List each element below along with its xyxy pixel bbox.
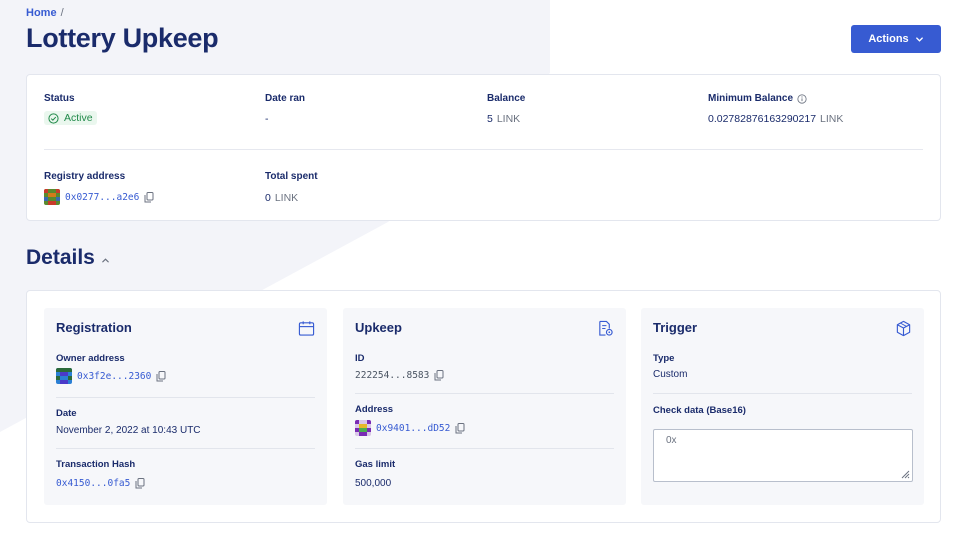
upkeep-title: Upkeep [355, 320, 402, 335]
breadcrumb: Home / [26, 7, 64, 19]
status-field: Status Active [44, 93, 97, 125]
status-value: Active [64, 112, 93, 124]
date-ran-value: - [265, 113, 269, 125]
total-spent-unit: LINK [274, 192, 299, 204]
breadcrumb-home-link[interactable]: Home [26, 7, 57, 19]
registration-title: Registration [56, 320, 132, 335]
details-card: Registration Owner address 0x3f2e...2360… [26, 290, 941, 523]
check-data-value: 0x [666, 435, 677, 446]
registration-divider [56, 448, 315, 449]
date-value: November 2, 2022 at 10:43 UTC [56, 425, 201, 436]
owner-avatar [56, 368, 72, 384]
tx-hash-field: Transaction Hash 0x4150...0fa5 [56, 459, 315, 489]
upkeep-id-value: 222254...8583 [355, 370, 430, 381]
total-spent-amount: 0 [265, 192, 271, 204]
registration-panel: Registration Owner address 0x3f2e...2360… [44, 308, 327, 505]
upkeep-address-link[interactable]: 0x9401...dD52 [376, 423, 450, 434]
resize-grip-icon[interactable] [900, 469, 910, 479]
registration-divider [56, 397, 315, 398]
upkeep-address-avatar [355, 420, 371, 436]
copy-icon[interactable] [156, 370, 166, 382]
info-icon[interactable] [797, 93, 807, 104]
actions-button-label: Actions [868, 33, 909, 45]
registry-label: Registry address [44, 171, 126, 182]
registry-avatar [44, 189, 60, 205]
cube-icon [896, 320, 911, 337]
min-balance-unit: LINK [820, 113, 844, 125]
check-data-label: Check data (Base16) [653, 405, 746, 416]
date-ran-field: Date ran - [265, 93, 305, 125]
trigger-panel: Trigger Type Custom Check data (Base16) … [641, 308, 924, 505]
trigger-type-label: Type [653, 353, 675, 364]
trigger-divider [653, 393, 912, 394]
gas-limit-field: Gas limit 500,000 [355, 459, 614, 489]
upkeep-id-label: ID [355, 353, 365, 364]
total-spent-label: Total spent [265, 171, 318, 182]
upkeep-id-field: ID 222254...8583 [355, 353, 614, 381]
registry-field: Registry address 0x0277...a2e6 [44, 171, 154, 205]
document-gear-icon [599, 320, 613, 336]
gas-limit-label: Gas limit [355, 459, 396, 470]
total-spent-field: Total spent 0 LINK [265, 171, 318, 204]
check-data-textarea[interactable]: 0x [653, 429, 913, 482]
date-ran-label: Date ran [265, 93, 306, 104]
tx-hash-link[interactable]: 0x4150...0fa5 [56, 478, 130, 489]
calendar-icon [298, 321, 315, 336]
copy-icon[interactable] [135, 478, 145, 489]
details-toggle[interactable]: Details [26, 246, 110, 270]
trigger-title: Trigger [653, 320, 698, 335]
summary-divider [44, 149, 923, 150]
gas-limit-value: 500,000 [355, 478, 392, 489]
balance-unit: LINK [496, 113, 521, 125]
upkeep-divider [355, 448, 614, 449]
actions-button[interactable]: Actions [851, 25, 941, 53]
details-heading: Details [26, 246, 95, 269]
upkeep-address-label: Address [355, 404, 394, 415]
status-label: Status [44, 93, 75, 104]
trigger-type-value: Custom [653, 369, 688, 380]
owner-field: Owner address 0x3f2e...2360 [56, 353, 315, 384]
min-balance-field: Minimum Balance 0.02782876163290217 LINK [708, 93, 843, 125]
balance-amount: 5 [487, 113, 493, 125]
min-balance-label: Minimum Balance [708, 93, 794, 104]
status-badge: Active [44, 111, 97, 125]
owner-address-link[interactable]: 0x3f2e...2360 [77, 371, 151, 382]
tx-hash-label: Transaction Hash [56, 459, 136, 470]
trigger-type-field: Type Custom [653, 353, 912, 380]
date-label: Date [56, 408, 77, 419]
copy-icon[interactable] [144, 191, 154, 203]
upkeep-address-field: Address 0x9401...dD52 [355, 404, 614, 436]
date-field: Date November 2, 2022 at 10:43 UTC [56, 408, 315, 436]
balance-field: Balance 5 LINK [487, 93, 525, 125]
chevron-down-icon [915, 36, 923, 42]
balance-label: Balance [487, 93, 526, 104]
check-circle-icon [48, 112, 59, 124]
owner-label: Owner address [56, 353, 125, 364]
copy-icon[interactable] [455, 422, 465, 434]
page-title: Lottery Upkeep [26, 23, 219, 53]
upkeep-divider [355, 393, 614, 394]
min-balance-amount: 0.02782876163290217 [708, 113, 817, 125]
chevron-up-icon [102, 257, 109, 262]
summary-card: Status Active Date ran - Balance 5 LINK … [26, 74, 941, 221]
breadcrumb-separator: / [60, 7, 64, 19]
upkeep-panel: Upkeep ID 222254...8583 Address 0x9401..… [343, 308, 626, 505]
copy-icon[interactable] [434, 370, 444, 381]
registry-address-link[interactable]: 0x0277...a2e6 [65, 192, 139, 203]
check-data-field: Check data (Base16) [653, 405, 912, 416]
